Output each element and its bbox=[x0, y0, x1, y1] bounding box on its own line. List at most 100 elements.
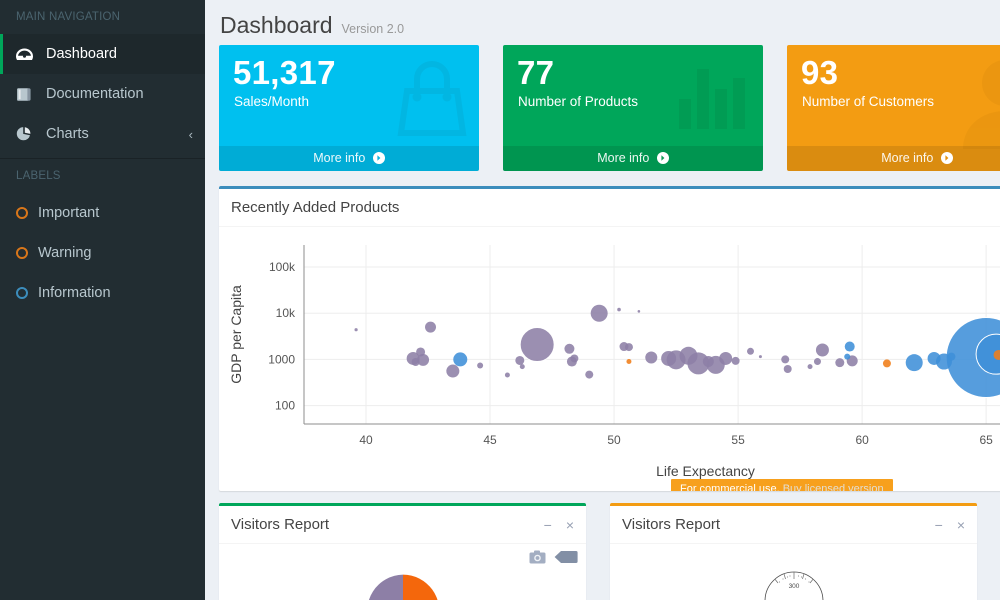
x-axis-tick-label: 40 bbox=[359, 433, 373, 447]
tag-icon[interactable] bbox=[554, 550, 578, 569]
sidebar-section-main-navigation: MAIN NAVIGATION bbox=[0, 0, 205, 34]
close-icon[interactable]: × bbox=[566, 518, 574, 532]
sidebar-item-warning[interactable]: Warning bbox=[0, 233, 205, 273]
bubble-point bbox=[570, 354, 578, 362]
arrow-circle-right-icon bbox=[373, 148, 385, 171]
bubble-point bbox=[520, 328, 554, 362]
gauge-chart[interactable]: 300 bbox=[610, 566, 977, 600]
circle-icon bbox=[16, 287, 28, 299]
bubble-point bbox=[781, 355, 789, 363]
stat-box-customers[interactable]: 93 Number of Customers More info bbox=[787, 45, 1000, 171]
pie-chart-icon bbox=[16, 125, 38, 143]
box-tools: − × bbox=[935, 518, 965, 532]
more-info-label: More info bbox=[313, 151, 365, 165]
pie-chart-svg bbox=[337, 571, 469, 600]
more-info-label: More info bbox=[881, 151, 933, 165]
sidebar-item-dashboard[interactable]: Dashboard bbox=[0, 34, 205, 74]
box-header: Visitors Report − × bbox=[219, 506, 586, 544]
box-title: Visitors Report bbox=[622, 516, 935, 533]
bubble-point bbox=[928, 352, 941, 365]
sidebar-item-information[interactable]: Information bbox=[0, 273, 205, 313]
box-title: Visitors Report bbox=[231, 516, 544, 533]
bubble-point bbox=[585, 371, 593, 379]
bubble-point bbox=[645, 352, 657, 364]
user-icon bbox=[957, 53, 1000, 154]
visitors-report-box-2: Visitors Report − × bbox=[610, 503, 977, 600]
box-body: 100100010k100k40455055606570GDP per Capi… bbox=[219, 227, 1000, 490]
x-axis-tick-label: 60 bbox=[855, 433, 869, 447]
bubble-point bbox=[732, 357, 740, 365]
page-header: Dashboard Version 2.0 bbox=[205, 0, 1000, 45]
bubble-point bbox=[520, 364, 525, 369]
bubble-point bbox=[564, 344, 574, 354]
circle-icon bbox=[16, 207, 28, 219]
y-axis-tick-label: 1000 bbox=[268, 352, 295, 366]
bubble-point bbox=[661, 351, 676, 366]
pie-chart[interactable] bbox=[219, 571, 586, 600]
minimize-icon[interactable]: − bbox=[544, 518, 552, 532]
y-axis-tick-label: 100k bbox=[269, 260, 296, 274]
close-icon[interactable]: × bbox=[957, 518, 965, 532]
chevron-left-icon[interactable]: ‹ bbox=[189, 127, 193, 142]
license-prefix: For commercial use, bbox=[680, 483, 780, 491]
sidebar-item-label: Charts bbox=[46, 126, 189, 142]
box-header: Visitors Report − × bbox=[610, 506, 977, 544]
bubble-point bbox=[844, 354, 850, 360]
stat-more-info-link[interactable]: More info bbox=[503, 146, 763, 171]
bubble-point bbox=[617, 308, 621, 312]
box-header: Recently Added Products bbox=[219, 189, 1000, 227]
visitors-report-row: Visitors Report − × bbox=[205, 491, 1000, 600]
minimize-icon[interactable]: − bbox=[935, 518, 943, 532]
bubble-point bbox=[759, 355, 762, 358]
box-title: Recently Added Products bbox=[231, 199, 1000, 216]
camera-icon[interactable] bbox=[529, 550, 546, 569]
box-tools: − × bbox=[544, 518, 574, 532]
x-axis-title: Life Expectancy bbox=[656, 463, 755, 479]
visitors-report-box-1: Visitors Report − × bbox=[219, 503, 586, 600]
bubble-point bbox=[747, 348, 754, 355]
page-version: Version 2.0 bbox=[342, 22, 405, 36]
bubble-point bbox=[835, 358, 844, 367]
bubble-point bbox=[703, 356, 714, 367]
stat-more-info-link[interactable]: More info bbox=[787, 146, 1000, 171]
x-axis-tick-label: 45 bbox=[483, 433, 497, 447]
book-icon bbox=[16, 85, 38, 103]
bubble-point bbox=[477, 362, 483, 368]
bubble-point bbox=[679, 347, 697, 365]
bubble-point bbox=[784, 365, 792, 373]
bubble-point bbox=[883, 359, 891, 367]
bubble-point bbox=[591, 305, 608, 322]
bubble-point bbox=[505, 373, 510, 378]
x-axis-tick-label: 65 bbox=[979, 433, 993, 447]
stat-box-sales[interactable]: 51,317 Sales/Month More info bbox=[219, 45, 479, 171]
bubble-point bbox=[638, 310, 641, 313]
bubble-point bbox=[625, 343, 633, 351]
sidebar-item-important[interactable]: Important bbox=[0, 193, 205, 233]
bubble-point bbox=[446, 365, 459, 378]
bubble-point bbox=[719, 352, 732, 365]
license-link[interactable]: Buy licensed version bbox=[783, 483, 884, 491]
bubble-point bbox=[412, 358, 420, 366]
sidebar-item-charts[interactable]: Charts ‹ bbox=[0, 114, 205, 154]
y-axis-tick-label: 10k bbox=[276, 306, 296, 320]
bubble-point bbox=[947, 353, 955, 361]
bubble-point bbox=[845, 342, 855, 352]
bubble-chart[interactable]: 100100010k100k40455055606570GDP per Capi… bbox=[219, 227, 1000, 490]
arrow-circle-right-icon bbox=[657, 148, 669, 171]
gauge-chart-svg: 300 bbox=[724, 566, 864, 600]
stat-box-products[interactable]: 77 Number of Products More info bbox=[503, 45, 763, 171]
bubble-point bbox=[354, 328, 357, 331]
page-title: Dashboard bbox=[220, 12, 333, 39]
gauge-tick-label: 300 bbox=[788, 583, 799, 590]
license-badge[interactable]: For commercial use, Buy licensed version bbox=[671, 479, 893, 491]
stat-more-info-link[interactable]: More info bbox=[219, 146, 479, 171]
bar-chart-icon bbox=[677, 63, 749, 134]
recently-added-products-box: Recently Added Products 100100010k100k40… bbox=[219, 186, 1000, 491]
main-content: Dashboard Version 2.0 51,317 Sales/Month… bbox=[205, 0, 1000, 600]
bubble-point bbox=[453, 352, 467, 366]
bubble-point bbox=[816, 343, 829, 356]
sidebar-item-label: Warning bbox=[38, 245, 193, 261]
sidebar-item-documentation[interactable]: Documentation bbox=[0, 74, 205, 114]
circle-icon bbox=[16, 247, 28, 259]
arrow-circle-right-icon bbox=[941, 148, 953, 171]
